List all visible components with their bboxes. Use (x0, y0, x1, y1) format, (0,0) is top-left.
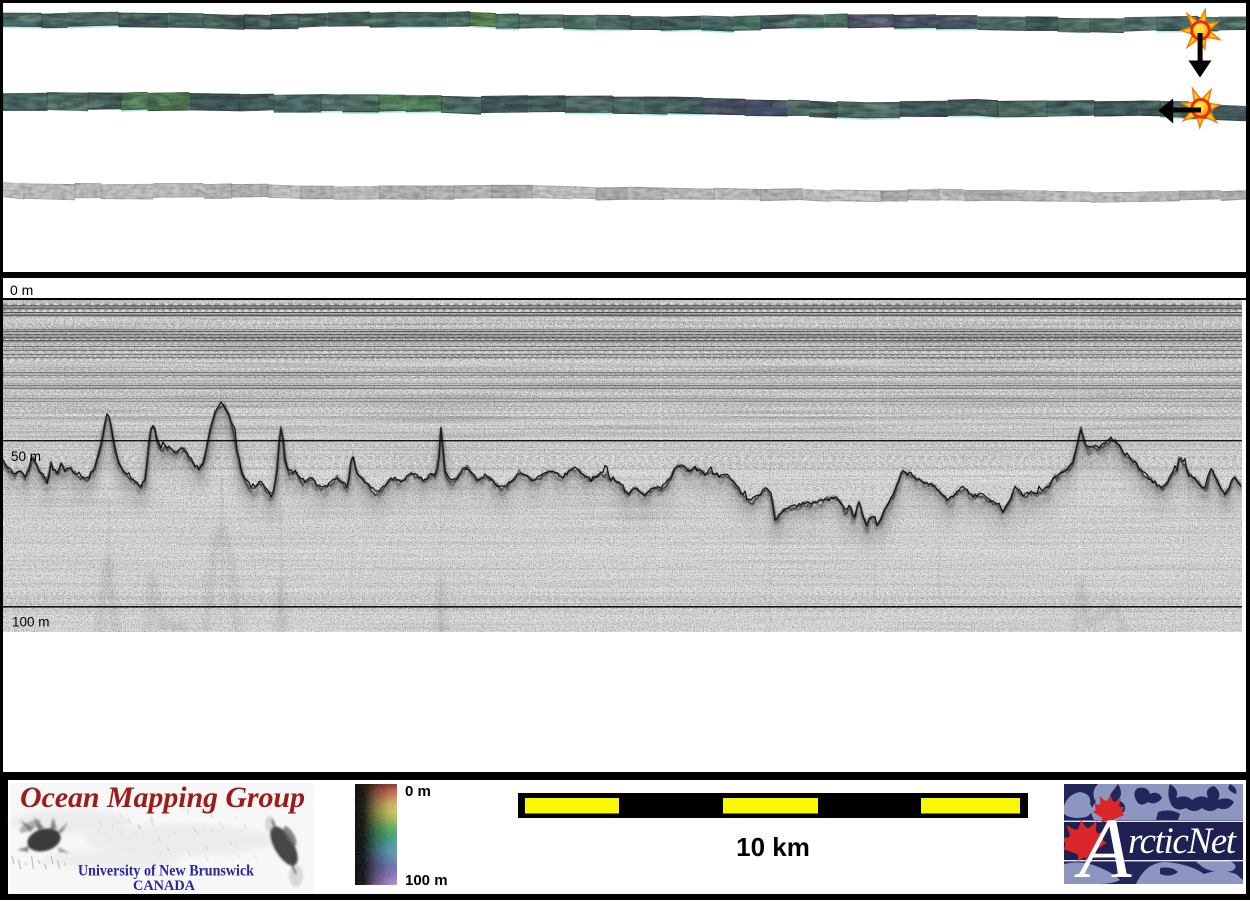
svg-text:0 m: 0 m (405, 783, 431, 800)
svg-text:100 m: 100 m (405, 872, 448, 889)
svg-text:A: A (1074, 800, 1132, 896)
svg-text:0 m: 0 m (10, 282, 33, 298)
svg-text:rcticNet: rcticNet (1128, 821, 1238, 862)
svg-text:Ocean Mapping Group: Ocean Mapping Group (20, 781, 305, 814)
svg-text:University of New Brunswick: University of New Brunswick (78, 863, 254, 880)
svg-text:100 m: 100 m (12, 615, 50, 630)
svg-text:10 km: 10 km (736, 832, 810, 862)
svg-text:50 m: 50 m (11, 449, 41, 464)
svg-text:CANADA: CANADA (133, 878, 195, 894)
